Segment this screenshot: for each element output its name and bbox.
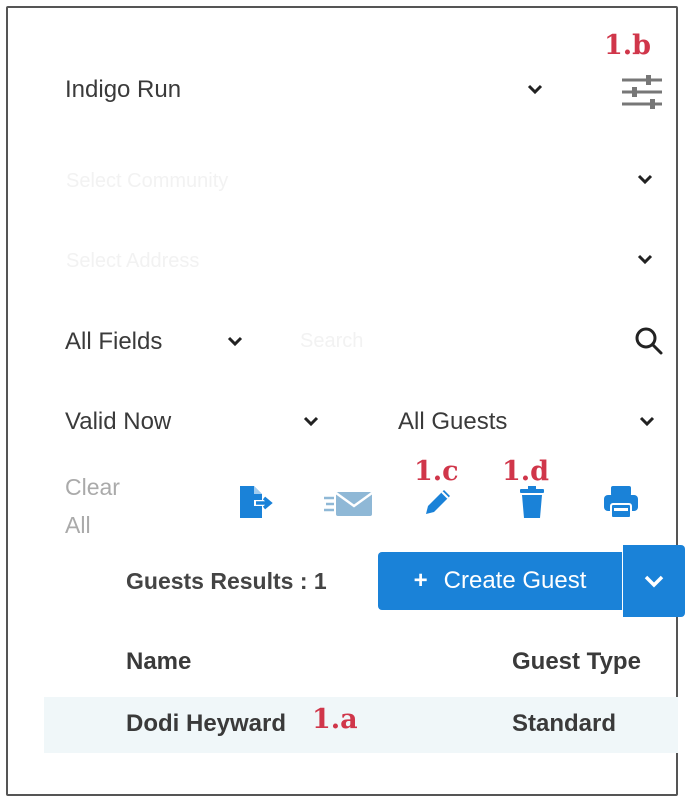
plus-icon: +: [413, 567, 428, 594]
guest-name-cell[interactable]: Dodi Heyward: [126, 710, 286, 738]
column-header-name[interactable]: Name: [126, 648, 191, 676]
search-input[interactable]: Search: [300, 330, 363, 353]
address-select-label[interactable]: Select Address: [66, 250, 199, 273]
pencil-icon[interactable]: [420, 484, 456, 525]
annotation-edit: 1.c: [414, 456, 459, 487]
annotation-settings: 1.b: [604, 30, 652, 61]
property-select-label[interactable]: Indigo Run: [65, 76, 181, 104]
validity-select-label[interactable]: Valid Now: [65, 408, 171, 436]
chevron-down-icon[interactable]: [636, 252, 654, 271]
chevron-down-icon[interactable]: [636, 172, 654, 191]
results-count: Guests Results : 1: [126, 568, 327, 594]
chevron-down-icon[interactable]: [226, 334, 244, 353]
chevron-down-icon[interactable]: [638, 414, 656, 433]
create-guest-button[interactable]: + Create Guest: [378, 552, 622, 610]
community-select-label[interactable]: Select Community: [66, 170, 228, 193]
chevron-down-icon[interactable]: [526, 82, 544, 101]
chevron-down-icon[interactable]: [302, 414, 320, 433]
chevron-down-icon: [644, 575, 664, 588]
column-header-guest-type[interactable]: Guest Type: [512, 648, 641, 676]
guest-type-cell: Standard: [512, 710, 617, 737]
annotation-delete: 1.d: [502, 456, 550, 487]
search-field-selector[interactable]: All Fields: [65, 328, 162, 356]
guest-filter-label[interactable]: All Guests: [398, 408, 507, 436]
clear-all-link[interactable]: Clear All: [65, 468, 145, 544]
create-options-dropdown-button[interactable]: [623, 545, 685, 617]
sliders-icon[interactable]: [620, 72, 664, 117]
search-icon[interactable]: [634, 326, 664, 361]
export-file-icon[interactable]: [236, 484, 276, 525]
send-envelope-icon[interactable]: [322, 488, 374, 523]
annotation-row: 1.a: [312, 704, 358, 735]
create-guest-label: Create Guest: [443, 567, 587, 594]
guest-panel: [6, 6, 678, 796]
printer-icon[interactable]: [602, 484, 640, 525]
trash-icon[interactable]: [516, 484, 548, 525]
